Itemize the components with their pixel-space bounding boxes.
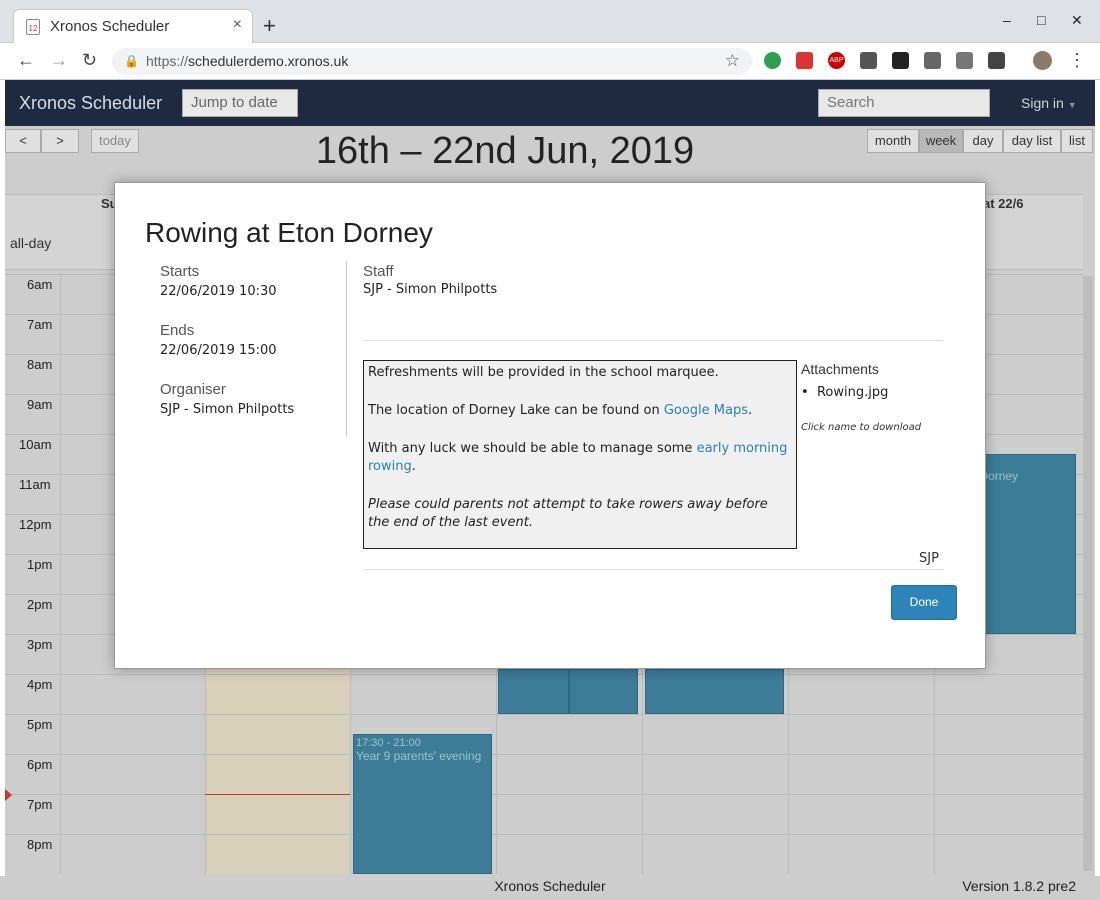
- app-brand[interactable]: Xronos Scheduler: [19, 93, 162, 114]
- notes-line: Please could parents not attempt to take…: [368, 497, 768, 530]
- all-day-label: all-day: [10, 235, 52, 251]
- day-header-saturday: at 22/6: [983, 196, 1024, 211]
- event-meta-panel: Starts 22/06/2019 10:30 Ends 22/06/2019 …: [145, 261, 347, 437]
- hour-label: 6am: [27, 277, 53, 292]
- attachment-hint: Click name to download: [801, 422, 922, 433]
- view-week-button[interactable]: week: [919, 129, 963, 153]
- notes-line: The location of Dorney Lake can be found…: [368, 403, 753, 418]
- author-initials: SJP: [919, 551, 939, 566]
- extension-green-icon[interactable]: [764, 52, 781, 69]
- lock-icon: 🔒: [124, 54, 139, 68]
- new-tab-button[interactable]: +: [263, 13, 276, 39]
- notes-line: With any luck we should be able to manag…: [368, 441, 788, 474]
- event-notes: Refreshments will be provided in the sch…: [363, 360, 797, 549]
- event-title: Year 9 parents' evening: [356, 749, 482, 763]
- google-maps-link[interactable]: Google Maps: [664, 403, 748, 418]
- done-button[interactable]: Done: [891, 585, 957, 620]
- address-bar[interactable]: 🔒 https://schedulerdemo.xronos.uk ☆: [112, 48, 752, 75]
- current-time-marker-icon: [5, 789, 12, 801]
- app-navbar: Xronos Scheduler Jump to date Search Sig…: [5, 80, 1095, 126]
- divider: [363, 569, 943, 570]
- organiser-value: SJP - Simon Philpotts: [160, 402, 295, 417]
- ends-value: 22/06/2019 15:00: [160, 343, 277, 358]
- hour-label: 2pm: [27, 597, 53, 612]
- calendar-title: 16th – 22nd Jun, 2019: [315, 130, 695, 172]
- staff-label: Staff: [363, 263, 394, 280]
- browser-menu-icon[interactable]: ⋮: [1068, 50, 1086, 71]
- profile-avatar[interactable]: [1033, 51, 1052, 70]
- url-text: https://schedulerdemo.xronos.uk: [146, 53, 349, 69]
- app-footer: Xronos Scheduler Version 1.8.2 pre2: [0, 876, 1100, 900]
- attachment-item[interactable]: • Rowing.jpg: [801, 385, 971, 400]
- calendar-event[interactable]: [498, 669, 569, 714]
- starts-value: 22/06/2019 10:30: [160, 284, 277, 299]
- hour-label: 7pm: [27, 797, 53, 812]
- window-close-button[interactable]: ✕: [1071, 12, 1083, 29]
- reload-button[interactable]: ↻: [82, 50, 97, 71]
- modal-title: Rowing at Eton Dorney: [145, 217, 433, 248]
- staff-value: SJP - Simon Philpotts: [363, 282, 498, 297]
- hour-label: 8am: [27, 357, 53, 372]
- search-input[interactable]: Search: [818, 89, 990, 117]
- view-month-button[interactable]: month: [867, 129, 919, 153]
- jump-to-date-input[interactable]: Jump to date: [182, 89, 298, 117]
- extension-mail-icon[interactable]: [956, 52, 973, 69]
- extension-paw-icon[interactable]: [892, 52, 909, 69]
- hour-label: 5pm: [27, 717, 53, 732]
- hour-label: 9am: [27, 397, 53, 412]
- attachments-panel: Attachments • Rowing.jpg Click name to d…: [801, 361, 971, 433]
- attachment-link[interactable]: Rowing.jpg: [817, 385, 888, 400]
- bullet-icon: •: [801, 385, 817, 400]
- back-button[interactable]: ←: [17, 50, 35, 71]
- divider: [363, 340, 943, 341]
- calendar-scrollbar[interactable]: [1083, 276, 1093, 871]
- view-list-button[interactable]: list: [1061, 129, 1093, 153]
- calendar-event[interactable]: [569, 669, 638, 714]
- footer-title: Xronos Scheduler: [494, 878, 606, 894]
- calendar-event-parents-evening[interactable]: 17:30 - 21:00 Year 9 parents' evening: [353, 734, 492, 874]
- hour-label: 7am: [27, 317, 53, 332]
- hour-label: 4pm: [27, 677, 53, 692]
- hour-label: 3pm: [27, 637, 53, 652]
- starts-label: Starts: [160, 263, 200, 280]
- hour-label: 10am: [19, 437, 52, 452]
- sign-in-menu[interactable]: Sign in ▼: [1021, 95, 1077, 111]
- browser-tab[interactable]: 12 Xronos Scheduler ×: [13, 9, 253, 43]
- bookmark-star-icon[interactable]: ☆: [725, 51, 740, 71]
- view-day-list-button[interactable]: day list: [1003, 129, 1061, 153]
- extension-red-icon[interactable]: [796, 52, 813, 69]
- browser-tabbar: 12 Xronos Scheduler × + – □ ✕: [0, 0, 1100, 43]
- hour-label: 1pm: [27, 557, 53, 572]
- event-details-modal: Rowing at Eton Dorney Starts 22/06/2019 …: [114, 182, 986, 669]
- browser-toolbar: ← → ↻ 🔒 https://schedulerdemo.xronos.uk …: [0, 43, 1100, 80]
- minimize-button[interactable]: –: [1003, 12, 1011, 28]
- extension-bulb-icon[interactable]: [924, 52, 941, 69]
- calendar-event[interactable]: [645, 669, 784, 714]
- staff-panel: Staff SJP - Simon Philpotts: [363, 261, 943, 297]
- hour-label: 11am: [19, 477, 51, 492]
- attachments-label: Attachments: [801, 361, 879, 377]
- current-time-line: [205, 794, 350, 795]
- hour-label: 8pm: [27, 837, 53, 852]
- notes-line: Refreshments will be provided in the sch…: [368, 365, 719, 380]
- extension-house-icon[interactable]: [860, 52, 877, 69]
- calendar-favicon-icon: 12: [26, 19, 40, 35]
- organiser-label: Organiser: [160, 381, 226, 398]
- forward-button[interactable]: →: [50, 50, 68, 71]
- caret-down-icon: ▼: [1067, 100, 1077, 110]
- event-time: 17:30 - 21:00: [356, 737, 421, 749]
- ends-label: Ends: [160, 322, 195, 339]
- adblock-icon[interactable]: ABP: [828, 52, 845, 69]
- hour-label: 6pm: [27, 757, 53, 772]
- tab-title: Xronos Scheduler: [50, 18, 170, 35]
- maximize-button[interactable]: □: [1037, 12, 1045, 28]
- footer-version: Version 1.8.2 pre2: [962, 878, 1076, 894]
- view-day-button[interactable]: day: [963, 129, 1003, 153]
- hour-label: 12pm: [19, 517, 52, 532]
- tab-close-icon[interactable]: ×: [233, 16, 242, 34]
- extension-screenshot-icon[interactable]: [988, 52, 1005, 69]
